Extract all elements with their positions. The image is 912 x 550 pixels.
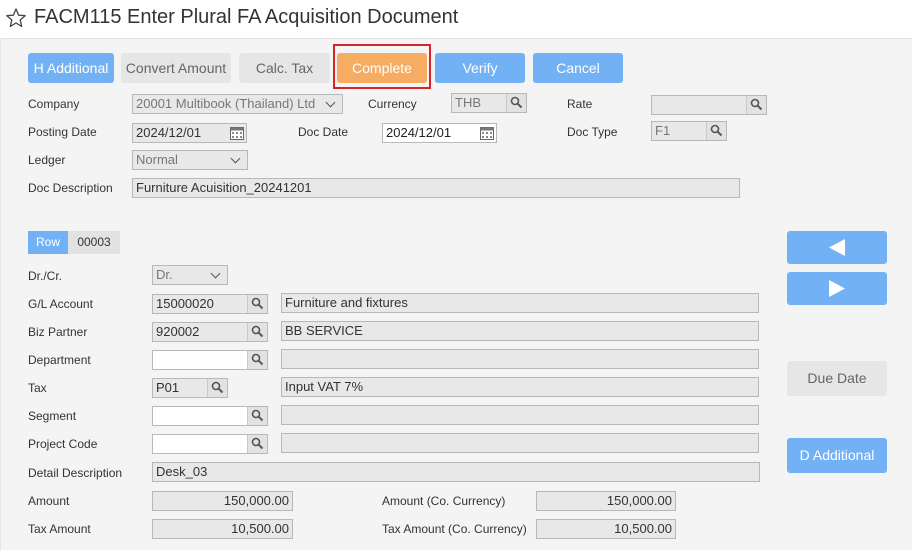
doc-description-field[interactable]: Furniture Acuisition_20241201 [132,178,740,198]
posting-date-value: 2024/12/01 [136,125,202,140]
ledger-value: Normal [136,152,178,167]
due-date-button[interactable]: Due Date [787,361,887,396]
gl-account-label: G/L Account [28,297,93,311]
tax-amount-co-label: Tax Amount (Co. Currency) [382,522,527,536]
magnifier-icon[interactable] [247,407,267,425]
department-name [281,349,759,369]
calendar-icon[interactable] [228,124,246,142]
frame-border [0,38,1,550]
currency-value: THB [455,95,481,110]
magnifier-icon[interactable] [247,295,267,313]
tax-code: P01 [156,380,180,395]
segment-label: Segment [28,409,77,423]
amount-field[interactable]: 150,000.00 [152,491,293,511]
posting-date-label: Posting Date [28,125,97,139]
rate-label: Rate [567,97,593,111]
h-additional-button[interactable]: H Additional [28,53,114,83]
company-value: 20001 Multibook (Thailand) Ltd [136,96,316,111]
doc-description-value: Furniture Acuisition_20241201 [136,180,312,195]
biz-partner-name: BB SERVICE [281,321,759,341]
doc-date-label: Doc Date [298,125,349,139]
currency-field[interactable]: THB [451,93,527,113]
biz-partner-field[interactable]: 920002 [152,322,268,342]
drcr-select[interactable]: Dr. [152,265,228,285]
company-select[interactable]: 20001 Multibook (Thailand) Ltd [132,94,343,114]
row-number: 00003 [68,231,120,254]
row-tag: Row [28,231,68,254]
segment-name [281,405,759,425]
doc-type-label: Doc Type [567,125,618,139]
ledger-select[interactable]: Normal [132,150,248,170]
window-title: FACM115 Enter Plural FA Acquisition Docu… [34,6,459,28]
magnifier-icon[interactable] [247,435,267,453]
gl-account-code: 15000020 [156,296,214,311]
biz-partner-code: 920002 [156,324,200,339]
cancel-button[interactable]: Cancel [533,53,623,83]
department-field[interactable] [152,350,268,370]
biz-partner-label: Biz Partner [28,325,88,339]
amount-co-field: 150,000.00 [536,491,676,511]
posting-date-field[interactable]: 2024/12/01 [132,123,247,143]
amount-co-label: Amount (Co. Currency) [382,494,506,508]
calendar-icon[interactable] [478,124,496,142]
magnifier-icon[interactable] [247,351,267,369]
doc-date-field[interactable]: 2024/12/01 [382,123,497,143]
company-label: Company [28,97,80,111]
project-code-field[interactable] [152,434,268,454]
next-row-button[interactable] [787,272,887,305]
d-additional-button[interactable]: D Additional [787,438,887,473]
drcr-label: Dr./Cr. [28,269,63,283]
project-name [281,433,759,453]
currency-label: Currency [368,97,417,111]
ledger-label: Ledger [28,153,66,167]
gl-account-field[interactable]: 15000020 [152,294,268,314]
amount-label: Amount [28,494,70,508]
doc-type-field[interactable]: F1 [651,121,727,141]
project-code-label: Project Code [28,437,98,451]
doc-date-value: 2024/12/01 [386,125,452,140]
rate-field[interactable] [651,95,767,115]
tax-name: Input VAT 7% [281,377,759,397]
gl-account-name: Furniture and fixtures [281,293,759,313]
calc-tax-button[interactable]: Calc. Tax [239,53,330,83]
doc-description-label: Doc Description [28,181,113,195]
department-label: Department [28,353,91,367]
drcr-value: Dr. [156,267,173,282]
star-outline-icon[interactable] [5,7,27,29]
detail-description-field[interactable]: Desk_03 [152,462,760,482]
highlight-box [333,44,431,89]
tax-amount-field[interactable]: 10,500.00 [152,519,293,539]
magnifier-icon[interactable] [706,122,726,140]
segment-field[interactable] [152,406,268,426]
previous-row-button[interactable] [787,231,887,264]
arrow-right-icon [829,280,845,297]
tax-label: Tax [28,381,47,395]
magnifier-icon[interactable] [506,94,526,112]
magnifier-icon[interactable] [207,379,227,397]
convert-amount-button[interactable]: Convert Amount [121,53,231,83]
tax-field[interactable]: P01 [152,378,228,398]
magnifier-icon[interactable] [247,323,267,341]
verify-button[interactable]: Verify [435,53,525,83]
detail-description-value: Desk_03 [156,464,208,479]
arrow-left-icon [829,239,845,256]
magnifier-icon[interactable] [746,96,766,114]
doc-type-value: F1 [655,123,671,138]
detail-description-label: Detail Description [28,466,123,480]
tax-amount-label: Tax Amount [28,522,91,536]
tax-amount-co-field: 10,500.00 [536,519,676,539]
